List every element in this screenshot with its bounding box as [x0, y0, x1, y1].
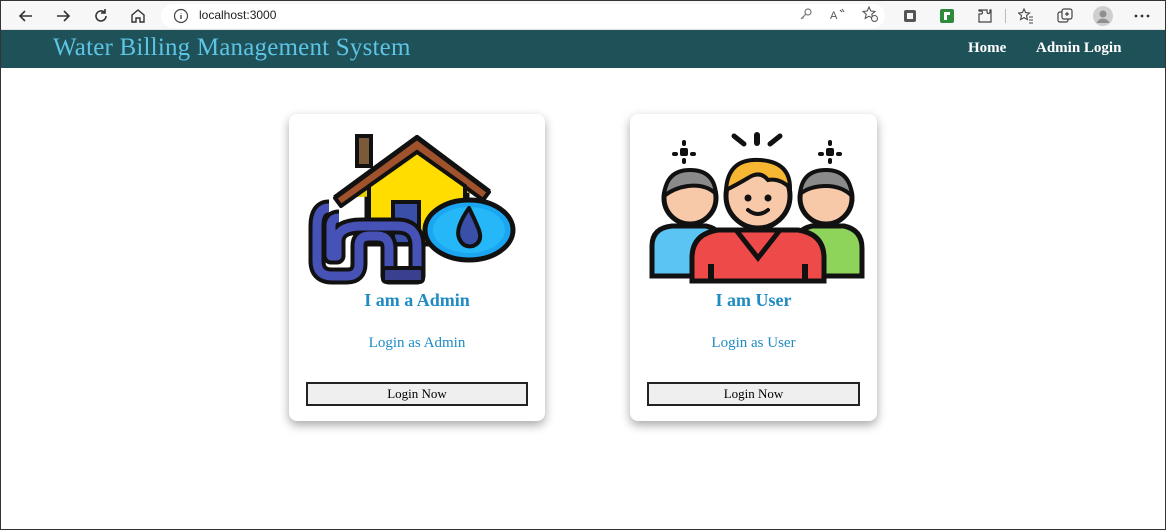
admin-card-subtitle: Login as Admin [368, 335, 466, 351]
user-card: I am User Login as User Login Now [630, 114, 877, 421]
address-bar[interactable]: localhost:3000 [161, 4, 885, 28]
nav-admin-login-link[interactable]: Admin Login [1036, 40, 1121, 57]
collections-icon[interactable] [1054, 5, 1076, 27]
favorites-icon[interactable] [1015, 5, 1037, 27]
reload-icon [95, 9, 107, 22]
more-menu-button[interactable] [1131, 5, 1153, 27]
home-browser-button[interactable] [127, 5, 149, 27]
back-button[interactable] [15, 5, 37, 27]
house-water-icon [308, 134, 516, 285]
url-text: localhost:3000 [199, 8, 277, 22]
navbar: Water Billing Management System Home Adm… [1, 30, 1165, 68]
ellipsis-icon [1134, 14, 1150, 18]
admin-card-title: I am a Admin [364, 290, 470, 310]
home-icon [131, 9, 145, 23]
read-aloud-icon[interactable]: A [829, 5, 847, 23]
svg-text:A: A [830, 10, 838, 21]
brand-title[interactable]: Water Billing Management System [53, 34, 411, 62]
user-group-icon [649, 132, 865, 284]
user-card-title: I am User [715, 290, 792, 310]
add-favorite-icon[interactable] [861, 5, 879, 23]
arrow-right-icon [57, 10, 71, 22]
user-login-button[interactable]: Login Now [647, 382, 860, 406]
key-icon[interactable] [797, 5, 815, 23]
browser-toolbar: localhost:3000 A [1, 1, 1165, 30]
toolbar-divider [1005, 9, 1006, 23]
user-card-subtitle: Login as User [711, 335, 796, 351]
extension-1-icon[interactable] [899, 5, 921, 27]
arrow-left-icon [18, 10, 32, 22]
profile-avatar[interactable] [1092, 5, 1114, 27]
avatar-icon [1093, 6, 1113, 26]
nav-home-link[interactable]: Home [968, 40, 1006, 57]
window-frame [0, 0, 1166, 530]
admin-card: I am a Admin Login as Admin Login Now [289, 114, 545, 421]
extensions-icon[interactable] [974, 5, 996, 27]
admin-login-button[interactable]: Login Now [306, 382, 528, 406]
forward-button[interactable] [52, 5, 74, 27]
info-icon[interactable] [173, 8, 189, 24]
extension-2-icon[interactable] [936, 5, 958, 27]
reload-button[interactable] [90, 5, 112, 27]
